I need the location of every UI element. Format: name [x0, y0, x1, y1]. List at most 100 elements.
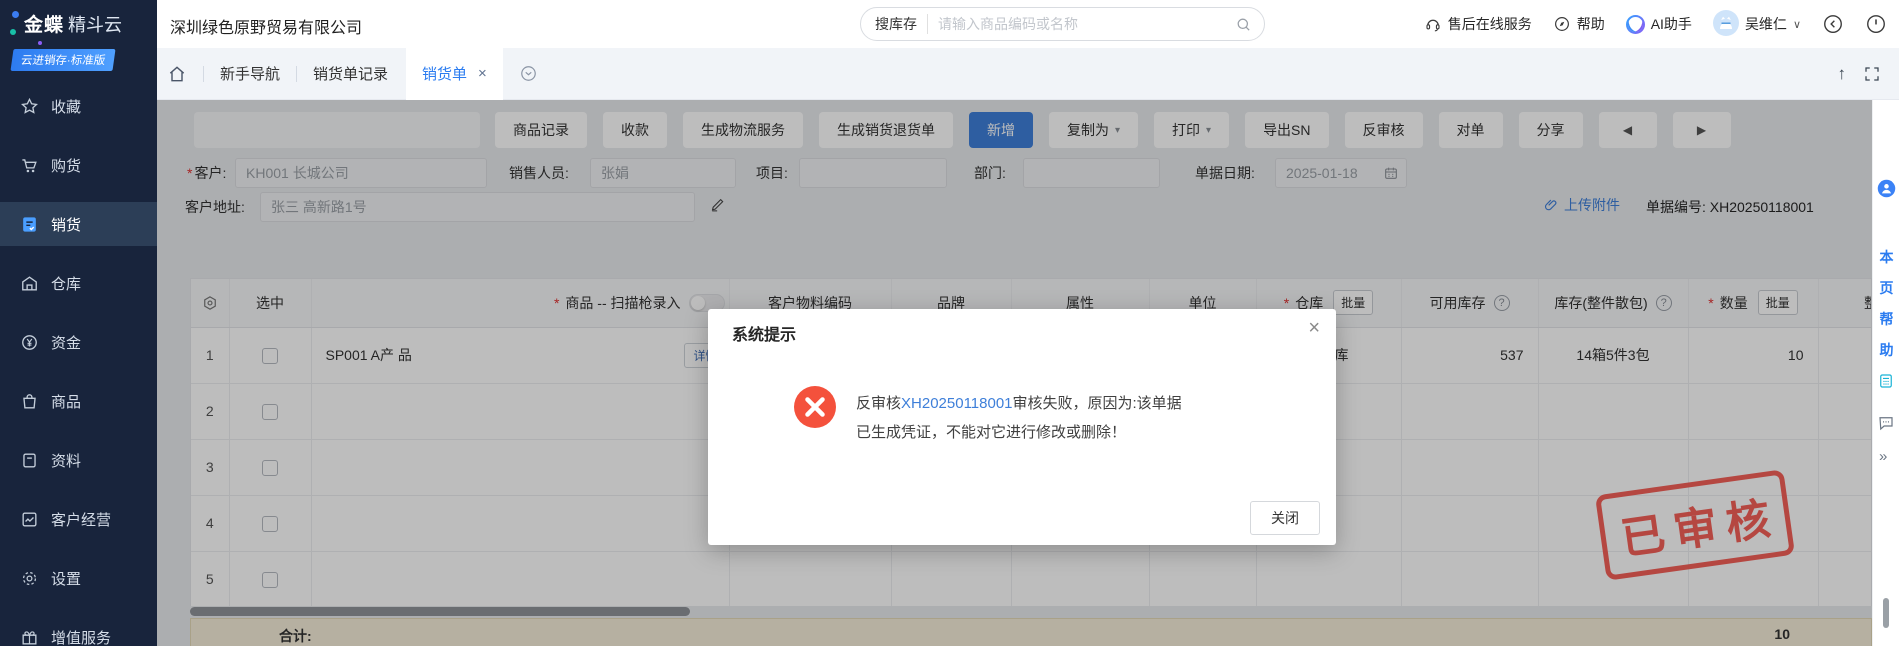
help-char: 帮: [1873, 304, 1899, 335]
gear-icon: [20, 569, 39, 588]
chevron-down-icon: ∨: [1793, 18, 1801, 31]
expand-icon[interactable]: [1863, 65, 1881, 83]
cart-icon: [20, 156, 39, 175]
yen-circle-icon: [20, 333, 39, 352]
tab-beginner-guide[interactable]: 新手导航: [220, 63, 280, 84]
sidebar-item-favorites[interactable]: 收藏: [0, 84, 157, 128]
search-scope-label: 搜库存: [875, 14, 928, 34]
sales-doc-icon: [20, 215, 39, 234]
book-icon: [20, 451, 39, 470]
tab-label: 销货单: [422, 63, 467, 84]
chat-bubble-icon: [1877, 414, 1895, 432]
sidebar-item-warehouse[interactable]: 仓库: [0, 261, 157, 305]
sidebar-item-label: 资金: [51, 332, 81, 353]
power-icon: [1865, 13, 1887, 35]
floating-service-icon[interactable]: [1876, 178, 1897, 204]
main-content: 商品记录 收款 生成物流服务 生成销货退货单 新增 复制为▾ 打印▾ 导出SN …: [157, 100, 1899, 646]
help-char: 助: [1873, 335, 1899, 366]
top-bar: 深圳绿色原野贸易有限公司 搜库存 请输入商品编码或名称 售后在线服务 帮助 AI…: [157, 0, 1899, 48]
page-help-button[interactable]: 本 页 帮 助: [1873, 242, 1899, 366]
sidebar-item-data[interactable]: 资料: [0, 438, 157, 482]
tab-divider: [203, 66, 204, 82]
after-sales-label: 售后在线服务: [1448, 14, 1532, 34]
app-root: 金蝶精斗云 云进销存·标准版 收藏 购货 销货 仓库 资金: [0, 0, 1899, 646]
sidebar-item-funds[interactable]: 资金: [0, 320, 157, 364]
tab-sales-order-list[interactable]: 销货单记录: [313, 63, 388, 84]
dialog-message-line1: 反审核XH20250118001审核失败，原因为:该单据: [856, 389, 1236, 418]
vertical-scrollbar[interactable]: [1883, 598, 1889, 628]
edition-badge: 云进销存·标准版: [10, 49, 115, 71]
logo-dot-blue: [12, 11, 19, 18]
sidebar-item-label: 商品: [51, 391, 81, 412]
brand-logo: 金蝶精斗云 云进销存·标准版: [0, 0, 157, 71]
search-icon[interactable]: [1235, 16, 1252, 33]
sidebar-item-label: 仓库: [51, 273, 81, 294]
tabbar-right-tools: ↑: [1838, 48, 1882, 100]
logo-dot-purple: [38, 41, 42, 45]
help-char: 页: [1873, 273, 1899, 304]
chart-icon: [20, 510, 39, 529]
tab-divider: [296, 66, 297, 82]
help-button[interactable]: 帮助: [1553, 14, 1605, 34]
sidebar-item-sales[interactable]: 销货: [0, 202, 157, 246]
dialog-message-line2: 已生成凭证，不能对它进行修改或删除！: [856, 418, 1236, 447]
sidebar-item-label: 增值服务: [51, 627, 111, 646]
compass-icon: [1553, 15, 1571, 33]
sidebar-item-value-added[interactable]: 增值服务: [0, 615, 157, 646]
circle-chevron-down-icon: [519, 64, 538, 83]
sidebar-item-purchase[interactable]: 购货: [0, 143, 157, 187]
avatar: [1713, 10, 1739, 39]
doc-number-link[interactable]: XH20250118001: [901, 395, 1013, 412]
error-icon: [793, 385, 837, 429]
home-tab-button[interactable]: [167, 64, 187, 84]
warehouse-icon: [20, 274, 39, 293]
ai-assistant-icon: [1626, 15, 1645, 34]
dialog-close-button[interactable]: 关闭: [1250, 501, 1320, 535]
back-arrow-icon: [1822, 13, 1844, 35]
sidebar-item-settings[interactable]: 设置: [0, 556, 157, 600]
sidebar-item-customer-ops[interactable]: 客户经营: [0, 497, 157, 541]
tab-close-icon[interactable]: ×: [478, 65, 487, 82]
sidebar-item-label: 设置: [51, 568, 81, 589]
tab-sales-order-active[interactable]: 销货单 ×: [406, 48, 503, 100]
logo-dot-teal: [10, 29, 16, 35]
home-icon: [167, 64, 187, 84]
help-strip: 本 页 帮 助 »: [1872, 100, 1899, 646]
sidebar-item-label: 销货: [51, 214, 81, 235]
ai-assistant-label: AI助手: [1651, 14, 1692, 34]
tab-list-dropdown-button[interactable]: [519, 64, 538, 83]
company-name: 深圳绿色原野贸易有限公司: [170, 14, 362, 38]
calculator-icon: [1877, 372, 1895, 390]
top-actions: 售后在线服务 帮助 AI助手 吴维仁 ∨: [1424, 0, 1887, 48]
user-menu[interactable]: 吴维仁 ∨: [1713, 10, 1801, 39]
dialog-title: 系统提示: [732, 321, 796, 345]
help-char: 本: [1873, 242, 1899, 273]
help-label: 帮助: [1577, 14, 1605, 34]
back-button[interactable]: [1822, 13, 1844, 35]
feedback-chat-button[interactable]: [1877, 414, 1895, 437]
gift-icon: [20, 628, 39, 646]
after-sales-service-button[interactable]: 售后在线服务: [1424, 14, 1532, 34]
user-name: 吴维仁: [1745, 14, 1787, 34]
collapse-up-icon[interactable]: ↑: [1838, 64, 1847, 84]
system-prompt-dialog: 系统提示 × 反审核XH20250118001审核失败，原因为:该单据 已生成凭…: [708, 309, 1336, 545]
logout-button[interactable]: [1865, 13, 1887, 35]
tab-bar: 新手导航 销货单记录 销货单 × ↑: [157, 48, 1899, 100]
inventory-search-box[interactable]: 搜库存 请输入商品编码或名称: [860, 7, 1265, 41]
dialog-message: 反审核XH20250118001审核失败，原因为:该单据 已生成凭证，不能对它进…: [856, 389, 1236, 447]
star-icon: [20, 97, 39, 116]
sidebar: 金蝶精斗云 云进销存·标准版 收藏 购货 销货 仓库 资金: [0, 0, 157, 646]
sidebar-item-goods[interactable]: 商品: [0, 379, 157, 423]
bag-icon: [20, 392, 39, 411]
sidebar-nav: 收藏 购货 销货 仓库 资金 商品: [0, 84, 157, 646]
dialog-close-icon[interactable]: ×: [1308, 317, 1320, 340]
sidebar-item-label: 资料: [51, 450, 81, 471]
search-input[interactable]: 请输入商品编码或名称: [938, 14, 1235, 34]
collapse-strip-icon[interactable]: »: [1879, 448, 1887, 465]
brand-name-light: 精斗云: [68, 15, 122, 35]
brand-row: 金蝶精斗云: [10, 10, 157, 40]
calculator-button[interactable]: [1877, 372, 1895, 395]
ai-assistant-button[interactable]: AI助手: [1626, 14, 1692, 34]
brand-name-bold: 金蝶: [24, 15, 64, 36]
headset-icon: [1424, 15, 1442, 33]
